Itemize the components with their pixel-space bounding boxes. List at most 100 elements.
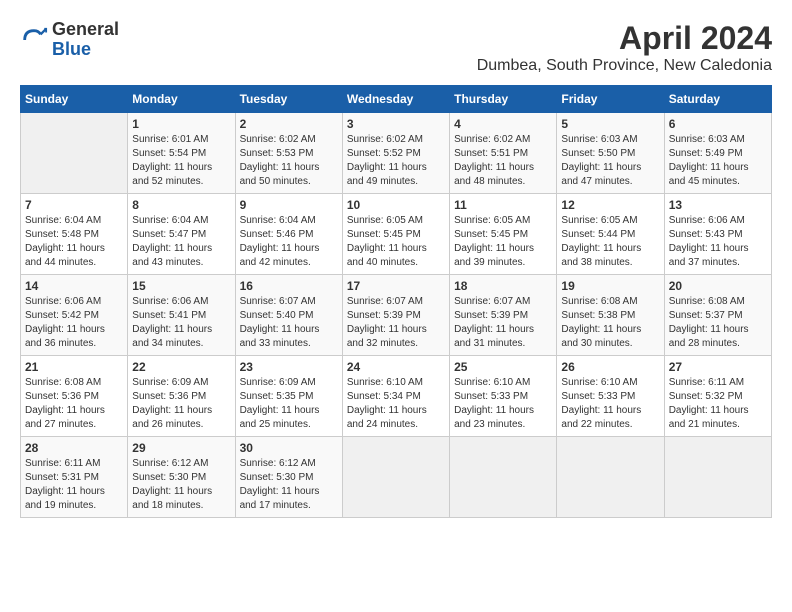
calendar-cell: 13 Sunrise: 6:06 AMSunset: 5:43 PMDayligh… [664, 194, 771, 275]
calendar-cell: 9 Sunrise: 6:04 AMSunset: 5:46 PMDaylight… [235, 194, 342, 275]
day-number: 17 [347, 279, 445, 293]
calendar-table: SundayMondayTuesdayWednesdayThursdayFrid… [20, 85, 772, 518]
day-number: 12 [561, 198, 659, 212]
day-number: 16 [240, 279, 338, 293]
page-header: General Blue April 2024 Dumbea, South Pr… [20, 20, 772, 75]
day-info: Sunrise: 6:05 AMSunset: 5:45 PMDaylight:… [347, 214, 445, 270]
day-header-friday: Friday [557, 86, 664, 113]
page-title: April 2024 [477, 20, 772, 57]
calendar-cell: 22Sunrise: 6:09 AMSunset: 5:36 PMDayligh… [128, 356, 235, 437]
day-info: Sunrise: 6:10 AMSunset: 5:33 PMDaylight:… [454, 376, 552, 432]
day-number: 28 [25, 441, 123, 455]
day-number: 18 [454, 279, 552, 293]
day-info: Sunrise: 6:11 AMSunset: 5:31 PMDaylight:… [25, 457, 123, 513]
calendar-header-row: SundayMondayTuesdayWednesdayThursdayFrid… [21, 86, 772, 113]
calendar-cell: 16 Sunrise: 6:07 AMSunset: 5:40 PMDayligh… [235, 275, 342, 356]
day-number: 11 [454, 198, 552, 212]
day-info: Sunrise: 6:12 AMSunset: 5:30 PMDaylight:… [240, 457, 338, 513]
day-info: Sunrise: 6:03 AMSunset: 5:50 PMDaylight:… [561, 133, 659, 189]
day-info: Sunrise: 6:04 AMSunset: 5:48 PMDaylight:… [25, 214, 123, 270]
calendar-cell: 26 Sunrise: 6:10 AMSunset: 5:33 PMDayligh… [557, 356, 664, 437]
calendar-week-row: 14 Sunrise: 6:06 AMSunset: 5:42 PMDayligh… [21, 275, 772, 356]
day-header-sunday: Sunday [21, 86, 128, 113]
day-number: 2 [240, 117, 338, 131]
calendar-cell [21, 113, 128, 194]
day-number: 23 [240, 360, 338, 374]
day-number: 5 [561, 117, 659, 131]
calendar-cell: 11 Sunrise: 6:05 AMSunset: 5:45 PMDayligh… [450, 194, 557, 275]
calendar-cell [557, 437, 664, 518]
calendar-cell [342, 437, 449, 518]
day-info: Sunrise: 6:12 AMSunset: 5:30 PMDaylight:… [132, 457, 230, 513]
calendar-cell: 8 Sunrise: 6:04 AMSunset: 5:47 PMDaylight… [128, 194, 235, 275]
title-block: April 2024 Dumbea, South Province, New C… [477, 20, 772, 75]
day-number: 13 [669, 198, 767, 212]
day-info: Sunrise: 6:06 AMSunset: 5:41 PMDaylight:… [132, 295, 230, 351]
day-number: 26 [561, 360, 659, 374]
page-subtitle: Dumbea, South Province, New Caledonia [477, 57, 772, 75]
calendar-cell: 23 Sunrise: 6:09 AMSunset: 5:35 PMDayligh… [235, 356, 342, 437]
day-number: 7 [25, 198, 123, 212]
day-info: Sunrise: 6:02 AMSunset: 5:51 PMDaylight:… [454, 133, 552, 189]
logo-icon [20, 26, 48, 54]
day-number: 9 [240, 198, 338, 212]
day-info: Sunrise: 6:05 AMSunset: 5:44 PMDaylight:… [561, 214, 659, 270]
calendar-cell: 2 Sunrise: 6:02 AMSunset: 5:53 PMDaylight… [235, 113, 342, 194]
calendar-week-row: 1 Sunrise: 6:01 AMSunset: 5:54 PMDaylight… [21, 113, 772, 194]
day-info: Sunrise: 6:11 AMSunset: 5:32 PMDaylight:… [669, 376, 767, 432]
calendar-cell: 5 Sunrise: 6:03 AMSunset: 5:50 PMDaylight… [557, 113, 664, 194]
calendar-cell: 3 Sunrise: 6:02 AMSunset: 5:52 PMDaylight… [342, 113, 449, 194]
logo-general: General [52, 19, 119, 39]
day-info: Sunrise: 6:08 AMSunset: 5:36 PMDaylight:… [25, 376, 123, 432]
day-number: 15 [132, 279, 230, 293]
day-header-tuesday: Tuesday [235, 86, 342, 113]
calendar-week-row: 7 Sunrise: 6:04 AMSunset: 5:48 PMDaylight… [21, 194, 772, 275]
day-number: 14 [25, 279, 123, 293]
day-number: 25 [454, 360, 552, 374]
calendar-cell: 29 Sunrise: 6:12 AMSunset: 5:30 PMDayligh… [128, 437, 235, 518]
day-info: Sunrise: 6:02 AMSunset: 5:53 PMDaylight:… [240, 133, 338, 189]
day-info: Sunrise: 6:06 AMSunset: 5:42 PMDaylight:… [25, 295, 123, 351]
day-info: Sunrise: 6:02 AMSunset: 5:52 PMDaylight:… [347, 133, 445, 189]
day-info: Sunrise: 6:04 AMSunset: 5:47 PMDaylight:… [132, 214, 230, 270]
logo: General Blue [20, 20, 119, 60]
calendar-cell: 1 Sunrise: 6:01 AMSunset: 5:54 PMDaylight… [128, 113, 235, 194]
logo-blue: Blue [52, 39, 91, 59]
day-header-thursday: Thursday [450, 86, 557, 113]
day-number: 6 [669, 117, 767, 131]
day-info: Sunrise: 6:07 AMSunset: 5:39 PMDaylight:… [347, 295, 445, 351]
calendar-cell: 10Sunrise: 6:05 AMSunset: 5:45 PMDayligh… [342, 194, 449, 275]
day-info: Sunrise: 6:05 AMSunset: 5:45 PMDaylight:… [454, 214, 552, 270]
calendar-cell: 27Sunrise: 6:11 AMSunset: 5:32 PMDayligh… [664, 356, 771, 437]
day-info: Sunrise: 6:04 AMSunset: 5:46 PMDaylight:… [240, 214, 338, 270]
calendar-cell: 6 Sunrise: 6:03 AMSunset: 5:49 PMDaylight… [664, 113, 771, 194]
calendar-cell: 12 Sunrise: 6:05 AMSunset: 5:44 PMDayligh… [557, 194, 664, 275]
day-info: Sunrise: 6:10 AMSunset: 5:34 PMDaylight:… [347, 376, 445, 432]
calendar-cell [450, 437, 557, 518]
logo-text: General Blue [52, 20, 119, 60]
day-info: Sunrise: 6:09 AMSunset: 5:35 PMDaylight:… [240, 376, 338, 432]
day-info: Sunrise: 6:08 AMSunset: 5:37 PMDaylight:… [669, 295, 767, 351]
day-info: Sunrise: 6:03 AMSunset: 5:49 PMDaylight:… [669, 133, 767, 189]
calendar-week-row: 21 Sunrise: 6:08 AMSunset: 5:36 PMDayligh… [21, 356, 772, 437]
calendar-cell: 15 Sunrise: 6:06 AMSunset: 5:41 PMDayligh… [128, 275, 235, 356]
day-info: Sunrise: 6:06 AMSunset: 5:43 PMDaylight:… [669, 214, 767, 270]
day-info: Sunrise: 6:01 AMSunset: 5:54 PMDaylight:… [132, 133, 230, 189]
day-info: Sunrise: 6:09 AMSunset: 5:36 PMDaylight:… [132, 376, 230, 432]
day-number: 21 [25, 360, 123, 374]
day-info: Sunrise: 6:07 AMSunset: 5:40 PMDaylight:… [240, 295, 338, 351]
day-number: 3 [347, 117, 445, 131]
calendar-cell: 30 Sunrise: 6:12 AMSunset: 5:30 PMDayligh… [235, 437, 342, 518]
calendar-cell: 21 Sunrise: 6:08 AMSunset: 5:36 PMDayligh… [21, 356, 128, 437]
day-number: 29 [132, 441, 230, 455]
calendar-cell: 25 Sunrise: 6:10 AMSunset: 5:33 PMDayligh… [450, 356, 557, 437]
calendar-cell: 7 Sunrise: 6:04 AMSunset: 5:48 PMDaylight… [21, 194, 128, 275]
day-number: 8 [132, 198, 230, 212]
day-number: 19 [561, 279, 659, 293]
day-number: 1 [132, 117, 230, 131]
day-info: Sunrise: 6:10 AMSunset: 5:33 PMDaylight:… [561, 376, 659, 432]
day-header-monday: Monday [128, 86, 235, 113]
calendar-cell: 19Sunrise: 6:08 AMSunset: 5:38 PMDayligh… [557, 275, 664, 356]
day-info: Sunrise: 6:07 AMSunset: 5:39 PMDaylight:… [454, 295, 552, 351]
day-number: 30 [240, 441, 338, 455]
